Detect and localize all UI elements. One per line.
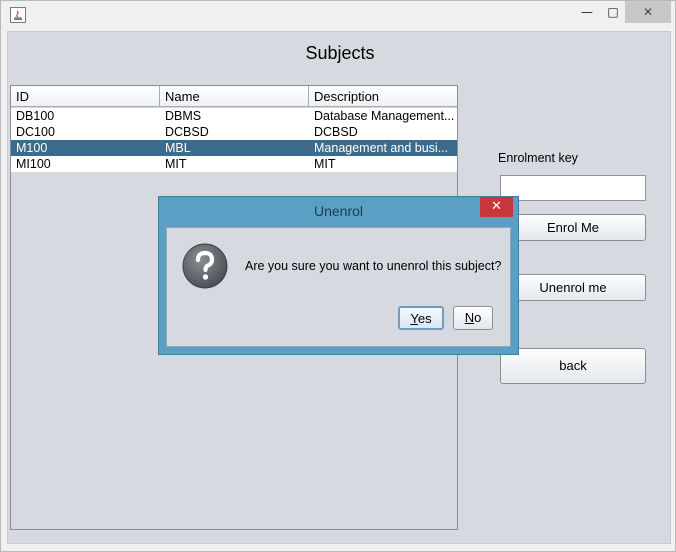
column-header-id[interactable]: ID xyxy=(11,86,160,107)
question-icon xyxy=(182,243,228,289)
title-bar[interactable]: — □ ✕ xyxy=(1,1,675,29)
yes-button[interactable]: Yes xyxy=(398,306,444,330)
table-row[interactable]: DC100 DCBSD DCBSD xyxy=(11,124,457,140)
dialog-close-button[interactable]: ✕ xyxy=(480,197,513,217)
cell-id: MI100 xyxy=(16,157,51,171)
unenrol-dialog: Unenrol ✕ Are you sure you want to unenr… xyxy=(158,196,519,355)
application-window: — □ ✕ Subjects ID Name Description DB100… xyxy=(0,0,676,552)
cell-id: M100 xyxy=(16,141,48,155)
cell-description: Management and busi... xyxy=(314,141,449,155)
column-header-description[interactable]: Description xyxy=(309,86,457,107)
java-app-icon xyxy=(10,7,26,23)
no-label-rest: o xyxy=(474,310,482,325)
no-button[interactable]: No xyxy=(453,306,493,330)
table-header: ID Name Description xyxy=(11,86,457,107)
table-row-selected[interactable]: M100 MBL Management and busi... xyxy=(11,140,457,156)
back-button[interactable]: back xyxy=(500,348,646,384)
cell-description: MIT xyxy=(314,157,336,171)
minimize-button[interactable]: — xyxy=(573,1,601,23)
dialog-message: Are you sure you want to unenrol this su… xyxy=(245,259,502,273)
enrol-me-button[interactable]: Enrol Me xyxy=(500,214,646,241)
cell-id: DB100 xyxy=(16,109,55,123)
cell-description: Database Management... xyxy=(314,109,455,123)
column-header-name[interactable]: Name xyxy=(160,86,309,107)
enrolment-key-input[interactable] xyxy=(500,175,646,201)
close-button[interactable]: ✕ xyxy=(625,1,671,23)
yes-label-rest: es xyxy=(417,311,432,326)
cell-name: DCBSD xyxy=(165,125,209,139)
dialog-title: Unenrol xyxy=(313,203,364,219)
cell-description: DCBSD xyxy=(314,125,358,139)
table-body: DB100 DBMS Database Management... DC100 … xyxy=(11,108,457,172)
cell-name: DBMS xyxy=(165,109,202,123)
table-row[interactable]: MI100 MIT MIT xyxy=(11,156,457,172)
cell-name: MIT xyxy=(165,157,187,171)
cell-name: MBL xyxy=(165,141,191,155)
table-row[interactable]: DB100 DBMS Database Management... xyxy=(11,108,457,124)
no-mnemonic: N xyxy=(464,310,475,325)
unenrol-me-button[interactable]: Unenrol me xyxy=(500,274,646,301)
enrolment-key-label: Enrolment key xyxy=(498,151,578,165)
page-title: Subjects xyxy=(305,43,375,63)
maximize-button[interactable]: □ xyxy=(601,1,625,23)
cell-id: DC100 xyxy=(16,125,55,139)
dialog-body: Are you sure you want to unenrol this su… xyxy=(166,227,511,347)
yes-mnemonic: Y xyxy=(410,311,418,326)
